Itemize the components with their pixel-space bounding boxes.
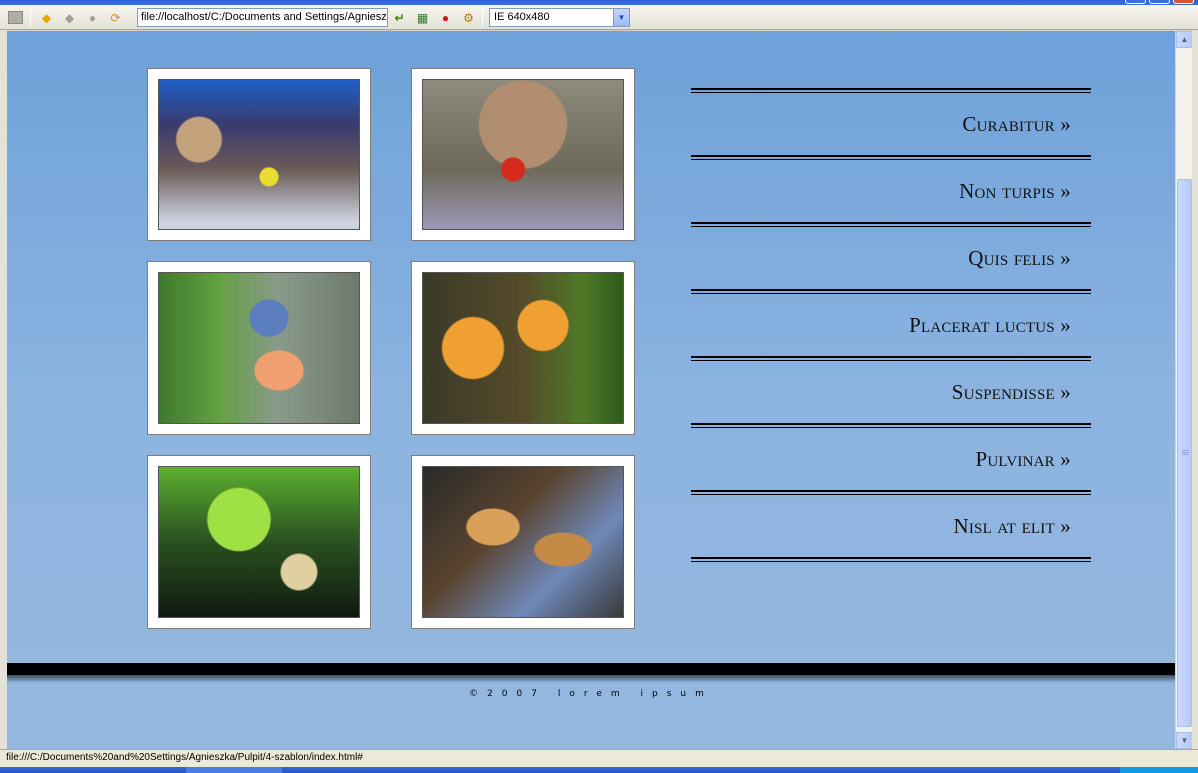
taskbar-button[interactable] — [186, 767, 282, 773]
chevron-down-icon[interactable]: ▼ — [613, 9, 629, 26]
starfish-image — [422, 79, 624, 230]
aquarium-plants-image — [158, 466, 360, 618]
grip-line — [1182, 452, 1189, 453]
gallery-photo[interactable] — [147, 455, 371, 629]
scrollbar-thumb[interactable] — [1177, 179, 1192, 727]
page-viewport: Curabitur » Non turpis » Quis felis » Pl… — [7, 31, 1175, 749]
menu-divider — [691, 557, 1091, 562]
cichlid-fish-image — [158, 272, 360, 424]
menu-item-non-turpis[interactable]: Non turpis » — [691, 160, 1091, 222]
menu-item-placerat-luctus[interactable]: Placerat luctus » — [691, 294, 1091, 356]
table-icon[interactable]: ▦ — [414, 9, 431, 26]
taskbar — [0, 767, 1198, 773]
footer-shadow — [7, 675, 1175, 683]
options-icon[interactable]: ⚙ — [460, 9, 477, 26]
toolbar-separator — [482, 9, 483, 27]
window-frame-right — [1192, 30, 1198, 749]
menu-item-curabitur[interactable]: Curabitur » — [691, 93, 1091, 155]
menu-item-quis-felis[interactable]: Quis felis » — [691, 227, 1091, 289]
forward-icon[interactable]: ◆ — [61, 9, 78, 26]
menu-item-suspendisse[interactable]: Suspendisse » — [691, 361, 1091, 423]
gallery-photo[interactable] — [411, 261, 635, 435]
window-frame-left — [0, 30, 7, 749]
gallery-photo[interactable] — [147, 68, 371, 241]
aquarium-reef-image — [158, 79, 360, 230]
scroll-up-icon[interactable]: ▲ — [1176, 31, 1193, 48]
grip-line — [1182, 454, 1189, 455]
side-menu: Curabitur » Non turpis » Quis felis » Pl… — [691, 88, 1091, 562]
error-icon[interactable]: ● — [437, 9, 454, 26]
footer-bar — [7, 663, 1175, 675]
viewport-size-select[interactable]: IE 640x480 ▼ — [489, 8, 630, 27]
minimize-button[interactable] — [1125, 0, 1146, 4]
refresh-icon[interactable]: ⟳ — [107, 9, 124, 26]
leaves-image — [422, 466, 624, 618]
gallery-photo[interactable] — [411, 455, 635, 629]
grip-line — [1182, 450, 1189, 451]
toolbar-separator — [30, 9, 31, 27]
browser-toolbar: ◆ ◆ ● ⟳ file://localhost/C:/Documents an… — [0, 5, 1198, 30]
status-text: file:///C:/Documents%20and%20Settings/Ag… — [6, 752, 363, 763]
stop-icon[interactable]: ● — [84, 9, 101, 26]
panel-icon[interactable] — [7, 9, 24, 26]
menu-item-pulvinar[interactable]: Pulvinar » — [691, 428, 1091, 490]
gallery-photo[interactable] — [411, 68, 635, 241]
scroll-down-icon[interactable]: ▼ — [1176, 732, 1193, 749]
validate-icon[interactable]: ↵ — [391, 9, 408, 26]
viewport-size-value: IE 640x480 — [494, 11, 550, 23]
discus-fish-image — [422, 272, 624, 424]
back-icon[interactable]: ◆ — [38, 9, 55, 26]
menu-item-nisl-at-elit[interactable]: Nisl at elit » — [691, 495, 1091, 557]
vertical-scrollbar[interactable]: ▲ ▼ — [1175, 31, 1193, 749]
gallery-photo[interactable] — [147, 261, 371, 435]
maximize-button[interactable] — [1149, 0, 1170, 4]
address-input[interactable]: file://localhost/C:/Documents and Settin… — [137, 8, 388, 27]
system-tray — [1120, 767, 1198, 773]
copyright-text: ©2007 lorem ipsum — [469, 689, 713, 699]
close-button[interactable] — [1173, 0, 1194, 4]
